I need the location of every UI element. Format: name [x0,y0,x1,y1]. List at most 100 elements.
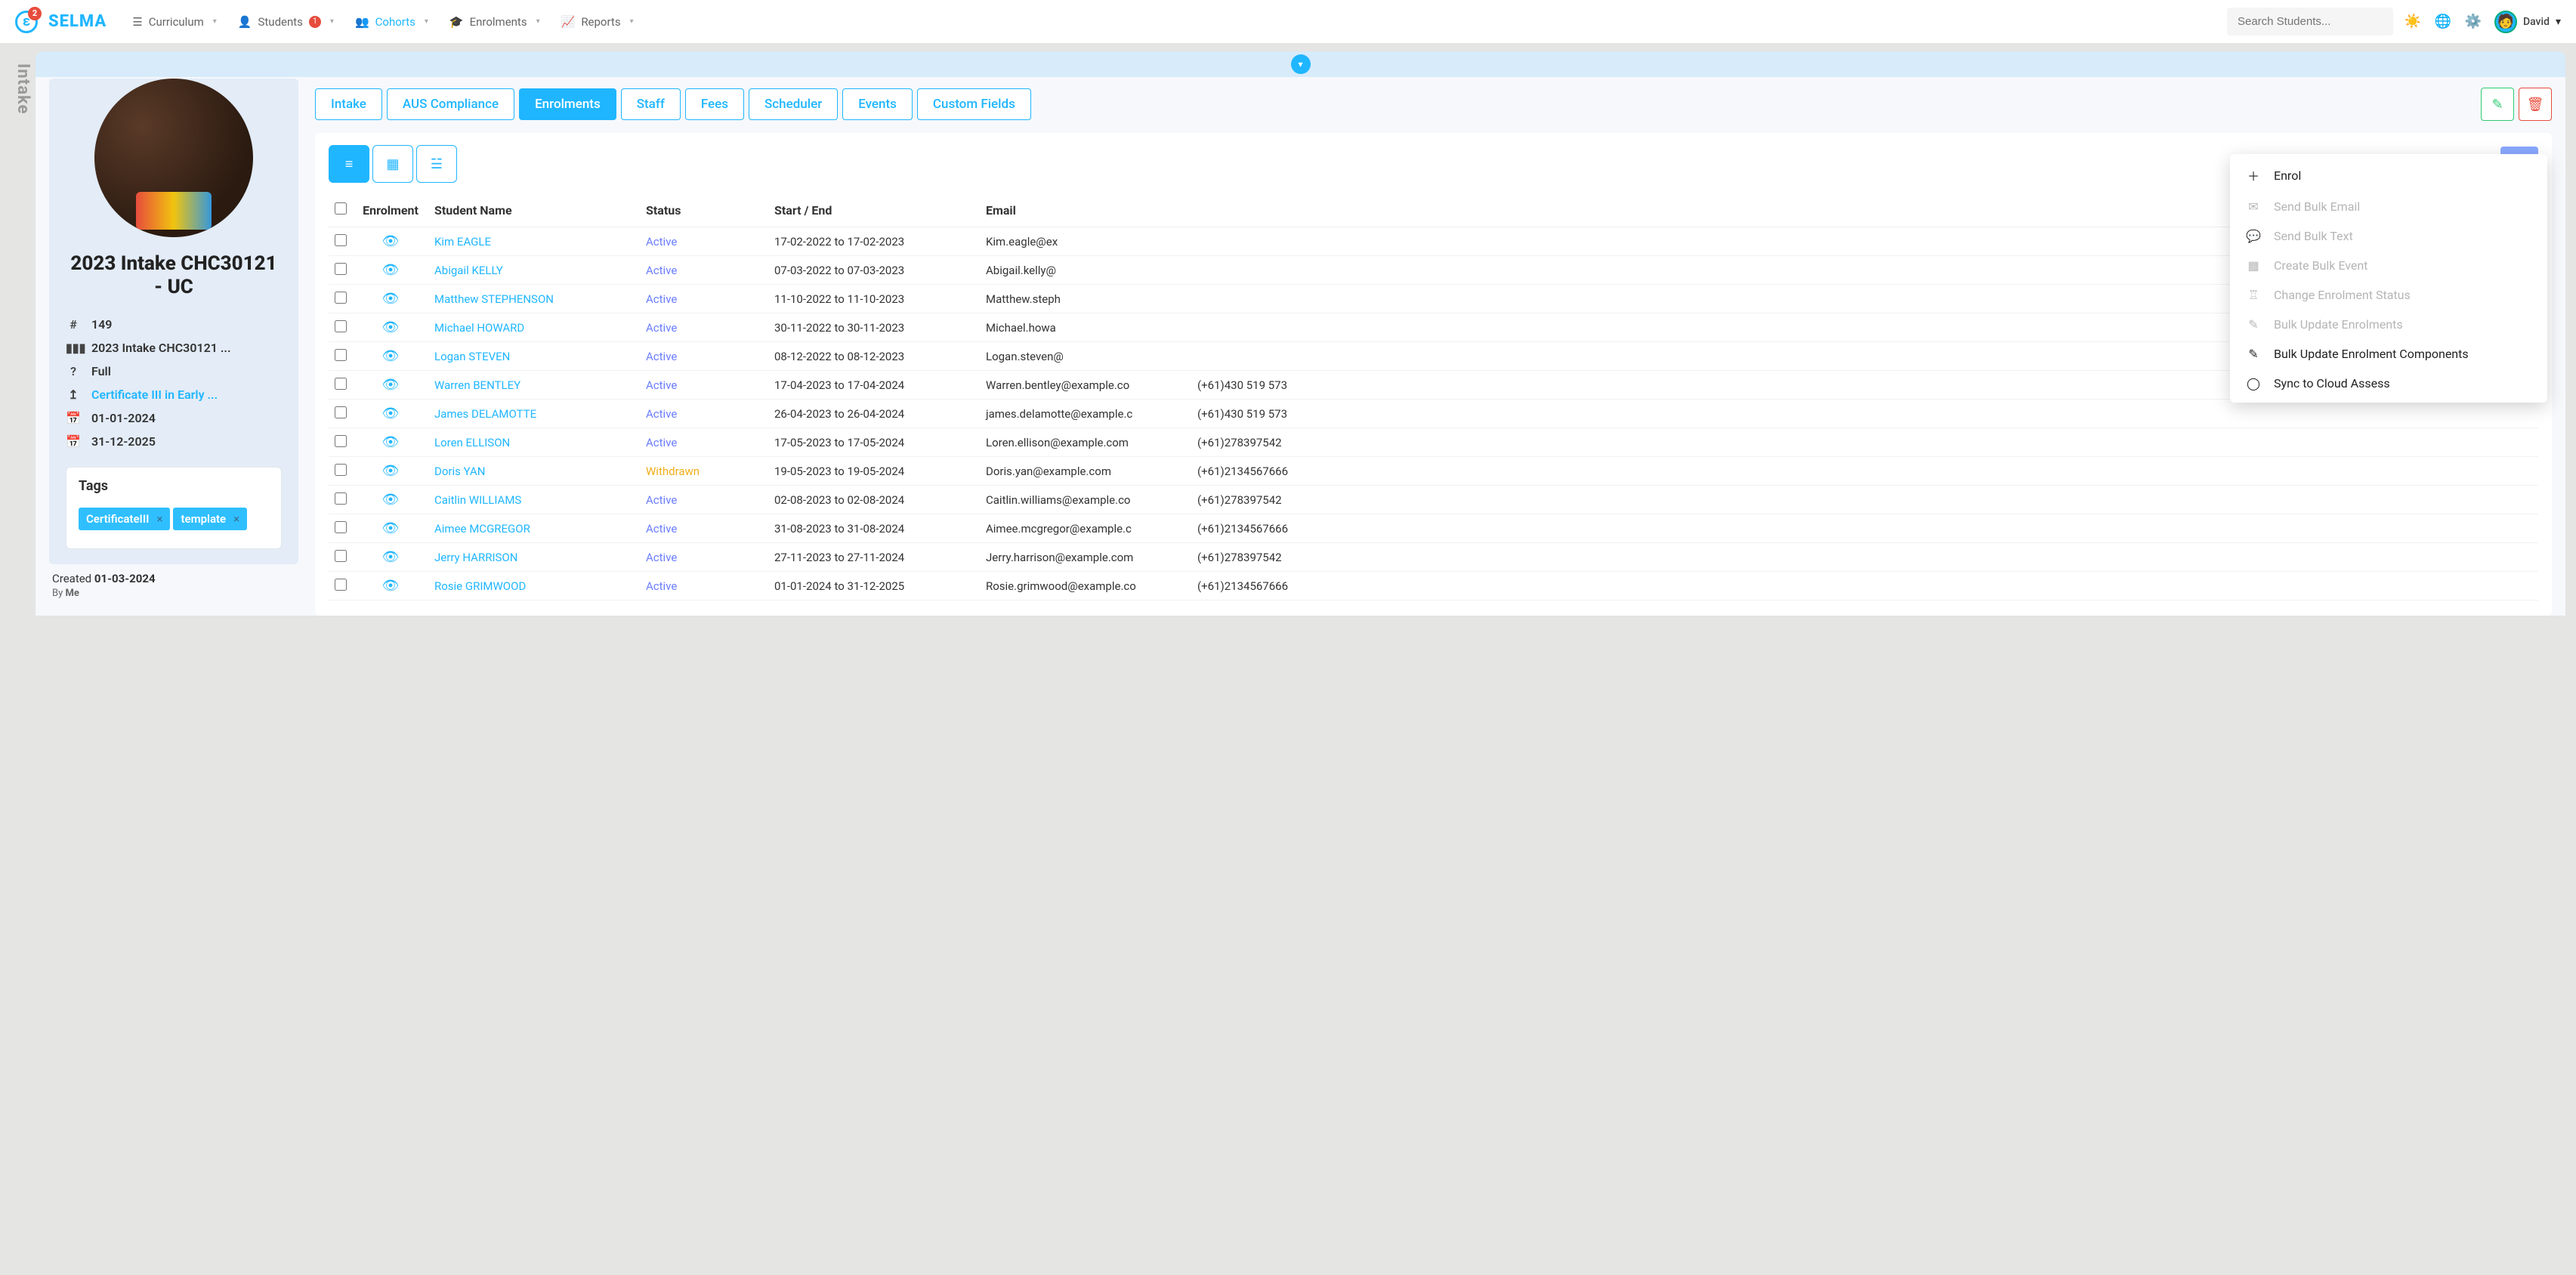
row-checkbox[interactable] [335,492,347,505]
status-link[interactable]: Active [646,522,677,536]
expand-header-bar[interactable]: ▾ [36,51,2565,77]
view-compact-button[interactable]: ☱ [416,145,457,183]
row-checkbox[interactable] [335,320,347,332]
settings-gear-icon[interactable]: ⚙️ [2463,14,2484,29]
view-enrolment-icon[interactable]: 👁 [382,377,400,393]
language-globe-icon[interactable]: 🌐 [2432,14,2454,29]
tab-custom-fields[interactable]: Custom Fields [917,88,1031,120]
status-link[interactable]: Active [646,292,677,306]
table-row: 👁 Logan STEVEN Active 08-12-2022 to 08-1… [329,342,2538,371]
menu-item-enrol[interactable]: ＋Enrol [2230,159,2547,192]
student-name-link[interactable]: Aimee MCGREGOR [434,522,530,536]
chevron-down-icon: ▾ [1291,54,1311,74]
info-text: 149 [91,317,112,332]
view-enrolment-icon[interactable]: 👁 [382,320,400,335]
status-link[interactable]: Active [646,493,677,507]
search-students-input[interactable] [2227,8,2393,36]
view-grid-button[interactable]: ▦ [372,145,413,183]
tab-events[interactable]: Events [842,88,913,120]
view-enrolment-icon[interactable]: 👁 [382,549,400,565]
student-name-link[interactable]: Warren BENTLEY [434,378,520,392]
row-checkbox[interactable] [335,579,347,591]
status-link[interactable]: Withdrawn [646,465,700,478]
email-cell: Warren.bentley@example.co [980,371,1191,400]
tab-staff[interactable]: Staff [621,88,681,120]
student-name-link[interactable]: Kim EAGLE [434,235,491,249]
menu-item-sync-to-cloud-assess[interactable]: ◯Sync to Cloud Assess [2230,369,2547,398]
row-checkbox[interactable] [335,378,347,390]
view-enrolment-icon[interactable]: 👁 [382,406,400,421]
status-link[interactable]: Active [646,321,677,335]
student-name-link[interactable]: Loren ELLISON [434,436,510,449]
status-link[interactable]: Active [646,551,677,564]
detail-tabs: IntakeAUS ComplianceEnrolmentsStaffFeesS… [315,88,2552,121]
nav-reports[interactable]: 📈 Reports ▾ [551,9,644,35]
status-link[interactable]: Active [646,264,677,277]
view-enrolment-icon[interactable]: 👁 [382,348,400,364]
theme-sun-icon[interactable]: ☀️ [2402,14,2423,29]
nav-enrolments[interactable]: 🎓 Enrolments ▾ [439,9,551,35]
nav-curriculum[interactable]: ☰ Curriculum ▾ [122,9,227,35]
nav-cohorts[interactable]: 👥 Cohorts ▾ [344,9,439,35]
row-checkbox[interactable] [335,464,347,476]
logo[interactable]: ε 2 SELMA [15,11,122,33]
nav-students[interactable]: 👤 Students 1 ▾ [227,9,344,35]
row-checkbox[interactable] [335,521,347,533]
status-link[interactable]: Active [646,350,677,363]
tag-remove-icon[interactable]: × [156,512,162,526]
student-name-link[interactable]: Matthew STEPHENSON [434,292,554,306]
student-name-link[interactable]: Doris YAN [434,465,485,478]
student-name-link[interactable]: Jerry HARRISON [434,551,517,564]
view-enrolment-icon[interactable]: 👁 [382,578,400,594]
row-checkbox[interactable] [335,263,347,275]
student-name-link[interactable]: Caitlin WILLIAMS [434,493,521,507]
row-checkbox[interactable] [335,435,347,447]
edit-button[interactable]: ✎ [2481,88,2514,121]
view-enrolment-icon[interactable]: 👁 [382,291,400,307]
menu-item-bulk-update-enrolment-components[interactable]: ✎Bulk Update Enrolment Components [2230,339,2547,369]
date-range: 26-04-2023 to 26-04-2024 [768,400,980,428]
status-link[interactable]: Active [646,235,677,249]
row-checkbox[interactable] [335,406,347,418]
row-checkbox[interactable] [335,550,347,562]
view-enrolment-icon[interactable]: 👁 [382,492,400,508]
tag-remove-icon[interactable]: × [233,512,239,526]
status-link[interactable]: Active [646,436,677,449]
view-enrolment-icon[interactable]: 👁 [382,520,400,536]
intake-vertical-tab[interactable]: Intake [11,51,36,616]
delete-button[interactable]: 🗑 [2519,88,2552,121]
student-name-link[interactable]: Michael HOWARD [434,321,524,335]
tab-intake[interactable]: Intake [315,88,382,120]
cohorts-icon: 👥 [355,15,369,29]
table-row: 👁 Caitlin WILLIAMS Active 02-08-2023 to … [329,486,2538,514]
student-name-link[interactable]: Rosie GRIMWOOD [434,579,526,593]
view-enrolment-icon[interactable]: 👁 [382,434,400,450]
tab-scheduler[interactable]: Scheduler [749,88,838,120]
view-enrolment-icon[interactable]: 👁 [382,463,400,479]
status-link[interactable]: Active [646,579,677,593]
email-cell: Matthew.steph [980,285,1191,313]
row-checkbox[interactable] [335,349,347,361]
curriculum-icon: ☰ [132,15,142,29]
student-name-link[interactable]: James DELAMOTTE [434,407,536,421]
view-list-button[interactable]: ≡ [329,145,369,183]
view-enrolment-icon[interactable]: 👁 [382,262,400,278]
view-enrolment-icon[interactable]: 👁 [382,233,400,249]
intake-info-row[interactable]: ↥Certificate III in Early ... [66,383,282,406]
tab-fees[interactable]: Fees [685,88,744,120]
status-link[interactable]: Active [646,407,677,421]
tab-enrolments[interactable]: Enrolments [519,88,616,120]
row-checkbox[interactable] [335,234,347,246]
student-name-link[interactable]: Logan STEVEN [434,350,510,363]
status-link[interactable]: Active [646,378,677,392]
row-checkbox[interactable] [335,292,347,304]
created-footer: Created 01-03-2024 By Me [49,564,298,607]
select-all-checkbox[interactable] [335,202,347,215]
tab-aus-compliance[interactable]: AUS Compliance [387,88,514,120]
logo-notification-badge: 2 [28,7,42,20]
phone-cell: (+61)278397542 [1191,428,2538,457]
student-name-link[interactable]: Abigail KELLY [434,264,503,277]
user-menu[interactable]: 🧑 David ▾ [2494,11,2561,33]
email-cell: Jerry.harrison@example.com [980,543,1191,572]
list-icon: ≡ [345,156,354,172]
